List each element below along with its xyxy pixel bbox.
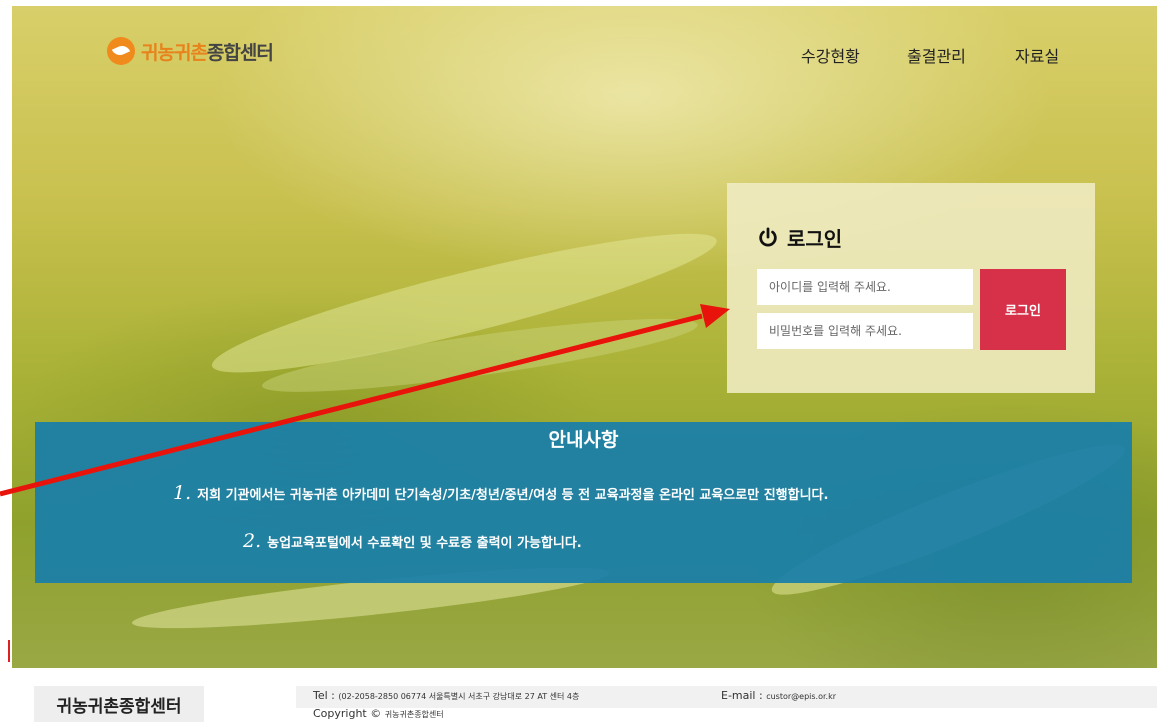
annotation-arrow: [0, 304, 730, 497]
footer-copyright: Copyright © 귀농귀촌종합센터: [313, 707, 444, 720]
footer-email-label: E-mail :: [721, 689, 767, 702]
footer-tel-label: Tel :: [313, 689, 339, 702]
footer-org-name: 귀농귀촌종합센터: [34, 686, 204, 722]
footer-copyright-label: Copyright ©: [313, 707, 385, 720]
footer-email-value: custor@epis.or.kr: [766, 692, 836, 701]
footer-email: E-mail : custor@epis.or.kr: [721, 689, 836, 702]
footer: 귀농귀촌종합센터 Tel : (02-2058-2850 06774 서울특별시…: [0, 676, 1157, 726]
footer-copyright-value: 귀농귀촌종합센터: [384, 710, 444, 719]
footer-tel-value: (02-2058-2850 06774 서울특별시 서초구 강남대로 27 AT…: [338, 692, 580, 701]
annotation-mark: [8, 640, 10, 662]
footer-contact: Tel : (02-2058-2850 06774 서울특별시 서초구 강남대로…: [313, 689, 579, 702]
